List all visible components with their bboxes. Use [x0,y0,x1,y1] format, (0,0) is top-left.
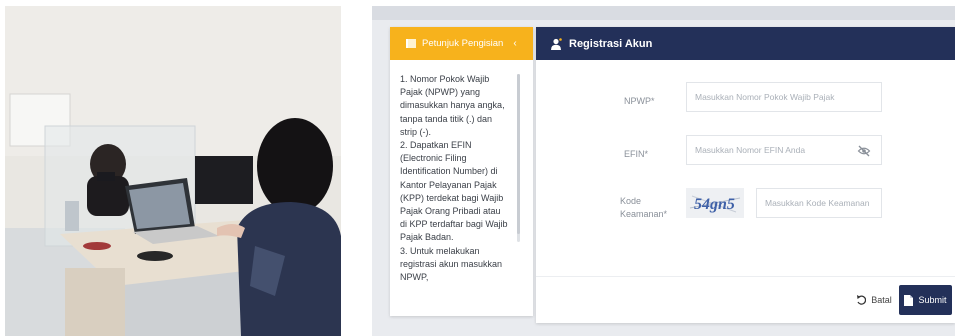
chevron-left-icon[interactable]: ‹ [513,38,516,49]
captcha-image: 54gn5 [686,188,744,218]
efin-placeholder: Masukkan Nomor EFIN Anda [695,145,806,155]
book-icon [406,39,416,48]
registration-title: Registrasi Akun [569,37,653,50]
scrollbar-thumb[interactable] [517,74,520,234]
kode-label-line1: Kode [620,196,642,206]
instruction-item-2: 2. Dapatkan EFIN (Electronic Filing Iden… [400,140,508,243]
instructions-list: 1. Nomor Pokok Wajib Pajak (NPWP) yang d… [400,73,508,284]
form-footer-divider [536,276,955,277]
browser-top-strip [372,6,955,20]
screenshot-root: Petunjuk Pengisian ‹ 1. Nomor Pokok Waji… [0,0,955,336]
registration-card: Registrasi Akun NPWP* Masukkan Nomor Pok… [536,27,955,323]
npwp-input[interactable]: Masukkan Nomor Pokok Wajib Pajak [686,82,882,112]
eye-slash-icon[interactable] [857,144,871,158]
npwp-label: NPWP* [624,96,655,106]
undo-icon [857,295,867,305]
instructions-header[interactable]: Petunjuk Pengisian ‹ [390,27,533,60]
kode-label-line2: Keamanan* [620,209,668,219]
office-photo [5,6,341,336]
kode-placeholder: Masukkan Kode Keamanan [765,198,870,208]
registration-header: Registrasi Akun [536,27,955,60]
cancel-button-label: Batal [871,295,892,305]
npwp-placeholder: Masukkan Nomor Pokok Wajib Pajak [695,92,835,102]
user-icon [551,37,562,50]
instruction-item-3: 3. Untuk melakukan registrasi akun masuk… [400,245,503,283]
document-icon [904,294,914,306]
instructions-body: 1. Nomor Pokok Wajib Pajak (NPWP) yang d… [390,60,533,316]
efin-input[interactable]: Masukkan Nomor EFIN Anda [686,135,882,165]
submit-button-label: Submit [918,295,947,305]
efin-label: EFIN* [624,149,649,159]
instructions-panel: Petunjuk Pengisian ‹ 1. Nomor Pokok Waji… [390,27,533,316]
kode-keamanan-input[interactable]: Masukkan Kode Keamanan [756,188,882,218]
djp-online-screenshot: Petunjuk Pengisian ‹ 1. Nomor Pokok Waji… [372,6,955,336]
instruction-item-1: 1. Nomor Pokok Wajib Pajak (NPWP) yang d… [400,74,505,137]
captcha-text: 54gn5 [694,196,735,213]
instructions-title: Petunjuk Pengisian [422,38,504,49]
office-photo-illustration [5,6,341,336]
captcha-graphic: 54gn5 [686,188,744,218]
cancel-button[interactable]: Batal [849,285,899,315]
submit-button[interactable]: Submit [899,285,952,315]
